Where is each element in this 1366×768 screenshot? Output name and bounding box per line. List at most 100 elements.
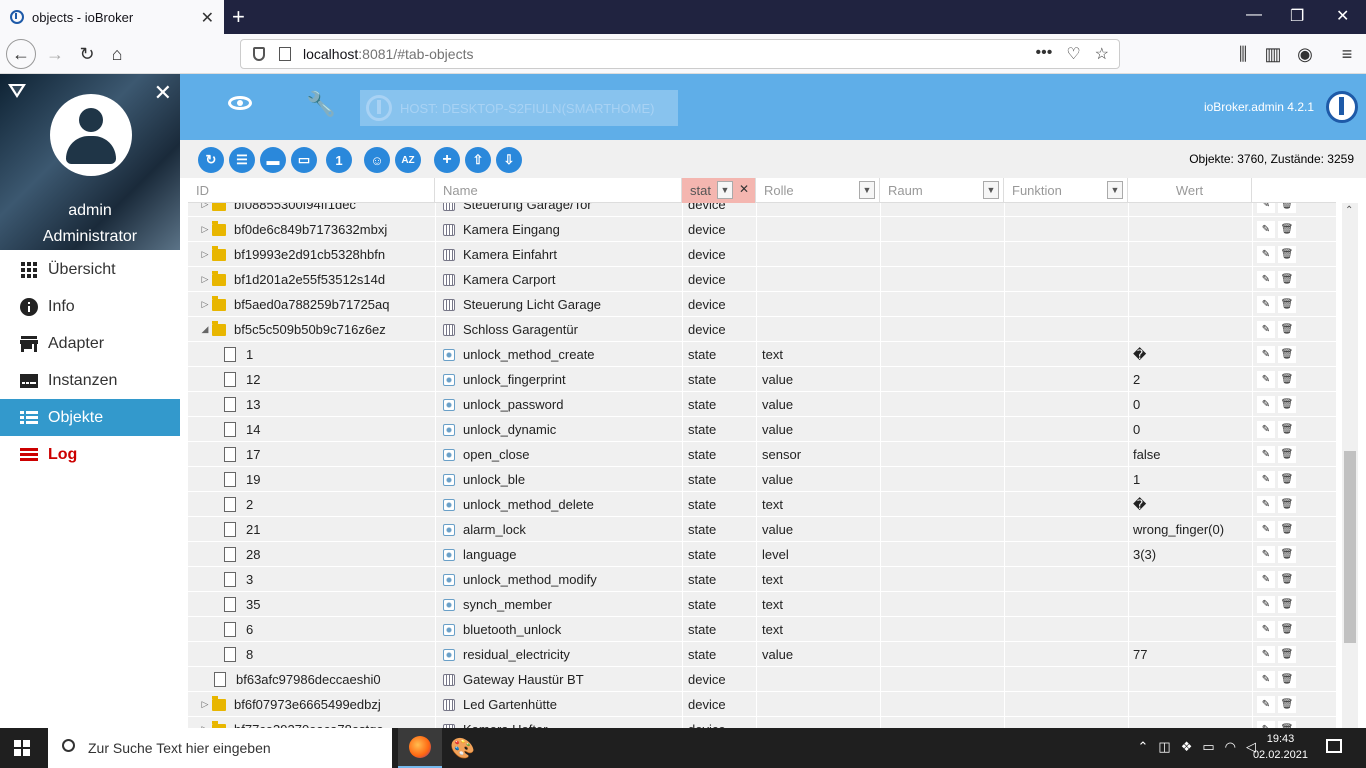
delete-icon[interactable]: 🗑 [1278, 296, 1296, 313]
table-scrollbar[interactable]: ⌃ [1342, 203, 1358, 728]
browser-tab[interactable]: objects - ioBroker ✕ [0, 0, 224, 34]
delete-icon[interactable]: 🗑 [1278, 371, 1296, 388]
edit-icon[interactable]: ✎ [1257, 321, 1275, 338]
expand-arrow-icon[interactable]: ▷ [198, 274, 212, 285]
delete-icon[interactable]: 🗑 [1278, 546, 1296, 563]
delete-icon[interactable]: 🗑 [1278, 571, 1296, 588]
close-tab-icon[interactable]: ✕ [201, 8, 214, 28]
chevron-up-icon[interactable]: ⌃ [1138, 739, 1149, 755]
table-row[interactable]: ▷ bf0de6c849b7173632mbxj Kamera Eingang dev… [188, 217, 1336, 242]
sidebar-item-adapter[interactable]: Adapter [0, 325, 180, 362]
delete-icon[interactable]: 🗑 [1278, 496, 1296, 513]
cell-value[interactable] [1133, 592, 1249, 617]
table-row[interactable]: 28 language state level 3(3) ✎ 🗑 [188, 542, 1336, 567]
table-row[interactable]: bf63afc97986deccaeshi0 Gateway Haustür BT… [188, 667, 1336, 692]
pocket-icon[interactable]: ♡ [1066, 44, 1080, 64]
edit-icon[interactable]: ✎ [1257, 471, 1275, 488]
table-row[interactable]: ◢ bf5c5c509b50b9c716z6ez Schloss Garagentü… [188, 317, 1336, 342]
cell-value[interactable] [1133, 717, 1249, 728]
edit-icon[interactable]: ✎ [1257, 271, 1275, 288]
table-row[interactable]: 1 unlock_method_create state text � ✎ 🗑 [188, 342, 1336, 367]
download-icon[interactable]: ⇩ [496, 147, 522, 173]
paint-icon[interactable]: 🎨 [450, 736, 475, 761]
host-selector[interactable]: HOST: DESKTOP-S2FIULN(SMARTHOME) [360, 90, 678, 126]
delete-icon[interactable]: 🗑 [1278, 596, 1296, 613]
edit-icon[interactable]: ✎ [1257, 446, 1275, 463]
upload-icon[interactable]: ⇧ [465, 147, 491, 173]
cell-value[interactable] [1133, 317, 1249, 342]
filter-room-select[interactable]: Raum ▼ [880, 178, 1004, 203]
more-actions-icon[interactable]: ••• [1036, 44, 1053, 64]
expand-arrow-icon[interactable]: ▷ [198, 224, 212, 235]
edit-icon[interactable]: ✎ [1257, 546, 1275, 563]
edit-icon[interactable]: ✎ [1257, 246, 1275, 263]
app-menu-icon[interactable]: ≡ [1334, 41, 1360, 67]
add-icon[interactable]: + [434, 147, 460, 173]
cell-value[interactable]: � [1133, 342, 1249, 367]
collapse-arrow-icon[interactable]: ◢ [198, 324, 212, 335]
edit-icon[interactable]: ✎ [1257, 421, 1275, 438]
wrench-icon[interactable]: 🔧 [306, 90, 336, 119]
delete-icon[interactable]: 🗑 [1278, 221, 1296, 238]
delete-icon[interactable]: 🗑 [1278, 346, 1296, 363]
edit-icon[interactable]: ✎ [1257, 203, 1275, 213]
url-text[interactable]: localhost:8081/#tab-objects [303, 46, 473, 62]
cell-value[interactable]: � [1133, 492, 1249, 517]
chevron-down-icon[interactable]: ▼ [1107, 181, 1123, 199]
expert-mode-icon[interactable]: ☺ [364, 147, 390, 173]
dropbox-icon[interactable]: ❖ [1181, 739, 1193, 755]
account-icon[interactable]: ◉ [1292, 41, 1318, 67]
sidebar-item-instanzen[interactable]: Instanzen [0, 362, 180, 399]
sidebar-item-uebersicht[interactable]: Übersicht [0, 251, 180, 288]
cell-value[interactable]: 1 [1133, 467, 1249, 492]
delete-icon[interactable]: 🗑 [1278, 521, 1296, 538]
cell-value[interactable] [1133, 242, 1249, 267]
table-row[interactable]: 35 synch_member state text ✎ 🗑 [188, 592, 1336, 617]
cell-value[interactable] [1133, 203, 1249, 217]
sort-az-icon[interactable]: AZ [395, 147, 421, 173]
table-row[interactable]: 14 unlock_dynamic state value 0 ✎ 🗑 [188, 417, 1336, 442]
refresh-icon[interactable]: ↻ [198, 147, 224, 173]
level-one-icon[interactable]: 1 [326, 147, 352, 173]
cell-value[interactable] [1133, 567, 1249, 592]
folder-open-icon[interactable]: ▭ [291, 147, 317, 173]
firefox-taskbar-button[interactable] [398, 728, 442, 768]
cell-value[interactable] [1133, 617, 1249, 642]
table-row[interactable]: ▷bf77ce39270eaca78estge Kamera Hofter devi… [188, 717, 1336, 728]
table-row[interactable]: ▷ bf08855300f94ff1dec Steuerung Garage/Tor… [188, 203, 1336, 217]
edit-icon[interactable]: ✎ [1257, 621, 1275, 638]
back-icon[interactable]: ← [6, 39, 36, 69]
edit-icon[interactable]: ✎ [1257, 646, 1275, 663]
close-sidebar-icon[interactable]: ✕ [154, 80, 172, 106]
cell-value[interactable] [1133, 292, 1249, 317]
bookmark-star-icon[interactable]: ☆ [1095, 44, 1109, 64]
table-row[interactable]: 17 open_close state sensor false ✎ 🗑 [188, 442, 1336, 467]
sidebar-item-objekte[interactable]: Objekte [0, 399, 180, 436]
expand-arrow-icon[interactable]: ▷ [198, 699, 212, 710]
table-row[interactable]: ▷ bf1d201a2e55f53512s14d Kamera Carport dev… [188, 267, 1336, 292]
delete-icon[interactable]: 🗑 [1278, 696, 1296, 713]
delete-icon[interactable]: 🗑 [1278, 321, 1296, 338]
cell-value[interactable]: wrong_finger(0) [1133, 517, 1249, 542]
expand-arrow-icon[interactable]: ▷ [198, 203, 212, 210]
delete-icon[interactable]: 🗑 [1278, 471, 1296, 488]
edit-icon[interactable]: ✎ [1257, 371, 1275, 388]
edit-icon[interactable]: ✎ [1257, 721, 1275, 728]
taskbar-clock[interactable]: 19:43 02.02.2021 [1253, 731, 1308, 763]
filter-name-input[interactable]: Name [435, 178, 682, 203]
iobroker-triangle-icon[interactable] [8, 84, 26, 98]
delete-icon[interactable]: 🗑 [1278, 671, 1296, 688]
sidebar-item-info[interactable]: Info [0, 288, 180, 325]
edit-icon[interactable]: ✎ [1257, 221, 1275, 238]
list-view-icon[interactable]: ☰ [229, 147, 255, 173]
cell-value[interactable] [1133, 692, 1249, 717]
table-row[interactable]: 19 unlock_ble state value 1 ✎ 🗑 [188, 467, 1336, 492]
library-icon[interactable]: ⫼ [1230, 41, 1256, 67]
edit-icon[interactable]: ✎ [1257, 571, 1275, 588]
cell-value[interactable] [1133, 267, 1249, 292]
edit-icon[interactable]: ✎ [1257, 396, 1275, 413]
table-row[interactable]: ▷ bf5aed0a788259b71725aq Steuerung Licht G… [188, 292, 1336, 317]
eye-icon[interactable] [228, 96, 252, 110]
edit-icon[interactable]: ✎ [1257, 496, 1275, 513]
cell-value[interactable]: false [1133, 442, 1249, 467]
